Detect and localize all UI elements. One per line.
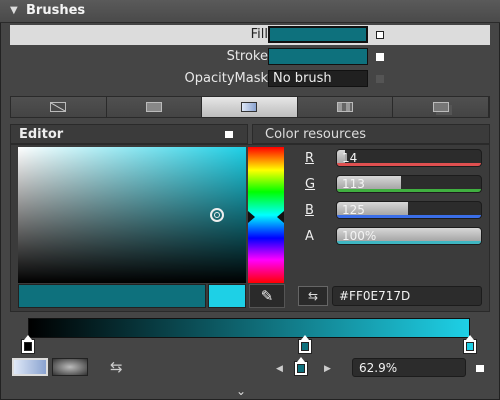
stroke-swatch[interactable] [268, 48, 368, 65]
slider-bar-r [337, 163, 481, 166]
tab-color-resources[interactable]: Color resources [252, 124, 490, 144]
gradient-brush-icon [241, 102, 258, 112]
fill-swatch[interactable] [268, 26, 368, 43]
brushes-header[interactable]: ▼ Brushes [0, 0, 500, 23]
channel-slider-a[interactable]: 100% [336, 227, 482, 245]
next-stop-icon[interactable]: ▶ [324, 364, 331, 374]
color-picker-cursor[interactable] [210, 208, 224, 222]
channel-slider-b[interactable]: 125 [336, 201, 482, 219]
gradient-stop-offset-input[interactable]: 62.9% [352, 358, 466, 377]
property-row-opacitymask[interactable]: OpacityMask No brush [10, 69, 490, 89]
solid-brush-icon [145, 102, 162, 112]
brush-type-tabs [10, 96, 490, 118]
hex-value-input[interactable]: #FF0E717D [332, 286, 482, 306]
chevron-down-icon[interactable]: ⌄ [236, 384, 246, 398]
tab-editor[interactable]: Editor [10, 124, 248, 144]
offset-advanced-square[interactable] [476, 365, 484, 372]
opacitymask-value[interactable]: No brush [268, 70, 368, 87]
editor-square [225, 131, 233, 138]
channel-label-r: R [305, 151, 315, 166]
gradient-stop-selected[interactable] [298, 335, 312, 354]
editor-label: Editor [19, 127, 64, 142]
stroke-label: Stroke [226, 49, 268, 64]
opacitymask-label: OpacityMask [184, 71, 268, 86]
fill-label: Fill [250, 27, 268, 42]
tab-gradient-brush[interactable] [202, 97, 298, 117]
eyedropper-icon[interactable]: ✎ [249, 284, 285, 308]
stroke-advanced-square[interactable] [376, 53, 384, 61]
swap-icon[interactable]: ⇆ [298, 286, 328, 306]
hue-marker-right[interactable] [277, 211, 284, 223]
no-brush-icon [50, 102, 67, 112]
new-color-swatch[interactable] [208, 284, 246, 308]
channel-label-b: B [305, 203, 314, 218]
slider-bar-a [337, 241, 481, 244]
tab-no-brush[interactable] [11, 97, 107, 117]
linear-gradient-mode-button[interactable] [12, 358, 48, 376]
reverse-gradient-icon[interactable]: ⇆ [110, 358, 123, 376]
tab-solid-brush[interactable] [106, 97, 203, 117]
tab-resource-brush[interactable] [393, 97, 489, 117]
selected-stop-indicator-color [297, 364, 305, 373]
gradient-stop-end-color [466, 342, 474, 351]
slider-bar-g [337, 189, 481, 192]
color-resources-label: Color resources [265, 127, 367, 142]
selected-stop-indicator [294, 357, 308, 376]
brushes-title: Brushes [26, 3, 86, 18]
property-row-fill[interactable]: Fill [10, 25, 490, 45]
channel-label-a: A [305, 229, 314, 244]
slider-bar-b [337, 215, 481, 218]
tile-brush-icon [337, 102, 354, 112]
previous-stop-icon[interactable]: ◀ [276, 364, 283, 374]
current-color-swatch[interactable] [18, 284, 206, 308]
opacitymask-advanced-square[interactable] [376, 75, 384, 83]
radial-gradient-mode-button[interactable] [52, 358, 88, 376]
channel-slider-g[interactable]: 113 [336, 175, 482, 193]
gradient-stop-selected-color [301, 342, 309, 351]
gradient-stop-end[interactable] [463, 335, 477, 354]
channel-slider-r[interactable]: 14 [336, 149, 482, 167]
section-tabs: Editor Color resources [10, 124, 490, 144]
hue-marker-left[interactable] [248, 211, 255, 223]
tab-tile-brush[interactable] [297, 97, 394, 117]
gradient-stop-start-color [24, 342, 32, 351]
channel-label-g: G [305, 177, 316, 192]
gradient-bar[interactable] [28, 318, 470, 338]
triangle-down-icon[interactable]: ▼ [10, 5, 18, 16]
gradient-stop-start[interactable] [21, 335, 35, 354]
fill-advanced-square[interactable] [376, 31, 384, 39]
resource-brush-icon [432, 102, 449, 112]
property-row-stroke[interactable]: Stroke [10, 47, 490, 67]
